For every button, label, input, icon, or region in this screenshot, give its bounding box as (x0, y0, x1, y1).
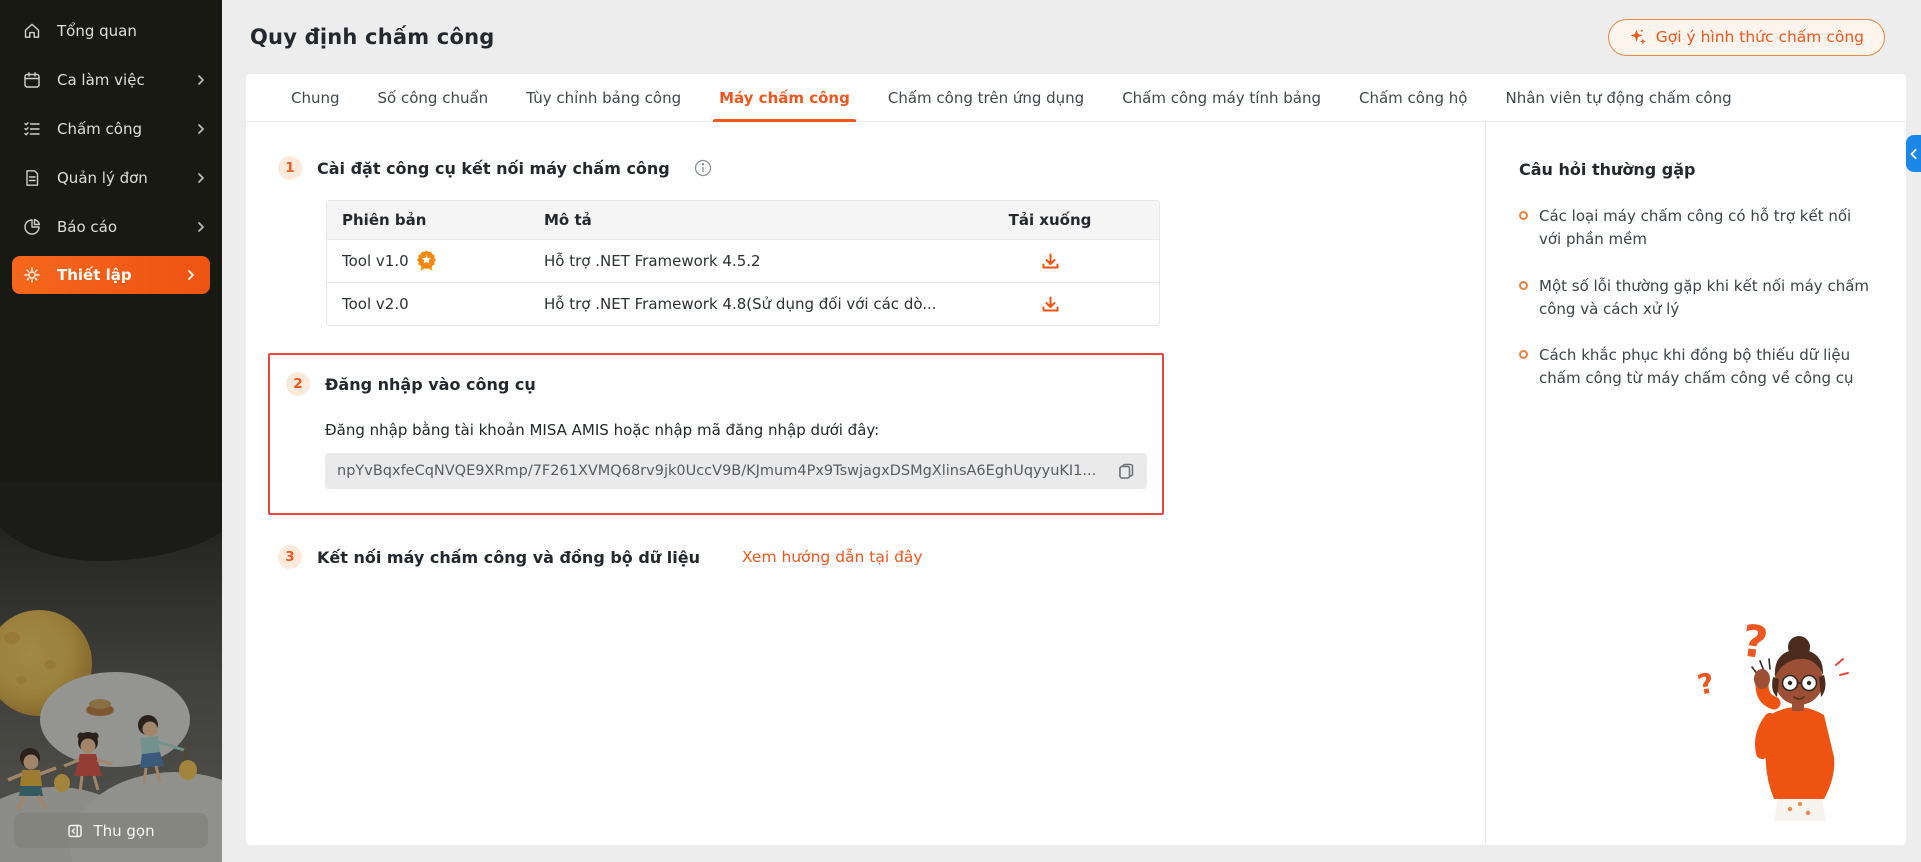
faq-item-text: Cách khắc phục khi đồng bộ thiếu dữ liệu… (1539, 346, 1854, 388)
tab-cham-cong-tren-ung-dung[interactable]: Chấm công trên ứng dụng (869, 74, 1103, 121)
calendar-icon (22, 70, 42, 90)
download-tool-v1-button[interactable] (1039, 250, 1062, 273)
collapse-label: Thu gọn (93, 821, 155, 840)
sidebar-item-ca-lam-viec[interactable]: Ca làm việc (0, 55, 222, 104)
tab-nhan-vien-tu-dong-cham-cong[interactable]: Nhân viên tự động chấm công (1486, 74, 1750, 121)
sidebar-item-cham-cong[interactable]: Chấm công (0, 104, 222, 153)
download-tool-v2-button[interactable] (1039, 293, 1062, 316)
sidebar-item-label: Thiết lập (57, 266, 132, 284)
step-3-title: Kết nối máy chấm công và đồng bộ dữ liệu (317, 547, 700, 567)
tab-may-cham-cong[interactable]: Máy chấm công (700, 74, 869, 122)
view-guide-link[interactable]: Xem hướng dẫn tại đây (742, 548, 923, 566)
login-code-field[interactable]: npYvBqxfeCqNVQE9XRmp/7F261XVMQ68rv9jk0Uc… (325, 453, 1147, 489)
download-icon (1042, 253, 1058, 268)
copy-code-button[interactable] (1117, 462, 1135, 480)
app-window: Tổng quan Ca làm việc Chấm công Quản lý … (0, 0, 1921, 862)
faq-item-missing-data-fix[interactable]: Cách khắc phục khi đồng bộ thiếu dữ liệu… (1519, 344, 1870, 391)
sidebar-item-label: Ca làm việc (57, 70, 145, 89)
faq-item-text: Các loại máy chấm công có hỗ trợ kết nối… (1539, 207, 1852, 249)
checklist-icon (22, 119, 42, 139)
step-number-badge: 2 (286, 372, 310, 396)
sidebar-item-quan-ly-don[interactable]: Quản lý đơn (0, 153, 222, 202)
recommended-badge-icon (416, 250, 436, 271)
step-2-title: Đăng nhập vào công cụ (325, 374, 536, 394)
sidebar-item-label: Tổng quan (57, 21, 137, 40)
table-row: Tool v2.0 Hỗ trợ .NET Framework 4.8(Sử d… (327, 282, 1159, 325)
chevron-right-icon (194, 73, 208, 87)
sidebar-item-label: Quản lý đơn (57, 168, 148, 187)
step-number-badge: 1 (278, 156, 302, 180)
collapse-icon (68, 824, 83, 837)
faq-panel: Câu hỏi thường gặp Các loại máy chấm côn… (1485, 122, 1906, 845)
svg-text:?: ? (1695, 666, 1718, 702)
sidebar-item-tong-quan[interactable]: Tổng quan (0, 6, 222, 55)
machine-attendance-content: 1 Cài đặt công cụ kết nối máy chấm công … (246, 122, 1485, 845)
page-header: Quy định chấm công Gợi ý hình thức chấm … (222, 0, 1921, 74)
chevron-right-icon (194, 171, 208, 185)
collapse-sidebar-button[interactable]: Thu gọn (14, 813, 208, 848)
sidebar-item-label: Báo cáo (57, 217, 118, 236)
step-3: 3 Kết nối máy chấm công và đồng bộ dữ li… (278, 545, 1485, 569)
info-icon[interactable] (693, 158, 713, 178)
sparkles-icon (1630, 29, 1646, 45)
tool-version: Tool v2.0 (342, 295, 409, 313)
faq-item-text: Một số lỗi thường gặp khi kết nối máy ch… (1539, 276, 1869, 318)
col-header-version: Phiên bản (342, 211, 427, 229)
tab-so-cong-chuan[interactable]: Số công chuẩn (359, 74, 508, 121)
main-area: Quy định chấm công Gợi ý hình thức chấm … (222, 0, 1921, 862)
chevron-right-icon (184, 268, 198, 282)
support-woman-illustration: ? ? (1695, 615, 1849, 821)
faq-bullet-icon (1519, 350, 1528, 359)
tool-description: Hỗ trợ .NET Framework 4.8(Sử dụng đối vớ… (544, 295, 937, 313)
faq-bullet-icon (1519, 280, 1528, 290)
tab-chung[interactable]: Chung (272, 74, 359, 121)
faq-title: Câu hỏi thường gặp (1519, 160, 1696, 179)
step-1-title: Cài đặt công cụ kết nối máy chấm công (317, 158, 670, 178)
tool-versions-table: Phiên bản Mô tả Tải xuống Tool v1.0 Hỗ t… (326, 200, 1160, 326)
gear-icon (22, 265, 42, 285)
collapse-panel-tab[interactable] (1906, 135, 1921, 172)
tab-cham-cong-ho[interactable]: Chấm công hộ (1340, 74, 1486, 121)
table-header-row: Phiên bản Mô tả Tải xuống (327, 201, 1159, 239)
home-icon (22, 21, 42, 41)
sidebar-nav: Tổng quan Ca làm việc Chấm công Quản lý … (0, 0, 222, 294)
login-description: Đăng nhập bằng tài khoản MISA AMIS hoặc … (325, 421, 880, 439)
col-header-download: Tải xuống (1008, 211, 1092, 229)
suggest-attendance-method-button[interactable]: Gợi ý hình thức chấm công (1607, 18, 1885, 56)
card-body: 1 Cài đặt công cụ kết nối máy chấm công … (246, 122, 1906, 845)
tool-version: Tool v1.0 (342, 252, 409, 270)
tab-bar: Chung Số công chuẩn Tùy chỉnh bảng công … (246, 74, 1906, 122)
sidebar-item-label: Chấm công (57, 119, 143, 138)
illustration-dim-overlay (0, 482, 222, 862)
col-header-description: Mô tả (544, 211, 592, 229)
svg-text:?: ? (1738, 615, 1770, 669)
sidebar-item-bao-cao[interactable]: Báo cáo (0, 202, 222, 251)
step-1: 1 Cài đặt công cụ kết nối máy chấm công (278, 156, 1485, 180)
faq-item-supported-machines[interactable]: Các loại máy chấm công có hỗ trợ kết nối… (1519, 205, 1870, 252)
faq-bullet-icon (1519, 211, 1528, 220)
chevron-left-icon (1910, 148, 1917, 159)
page-title: Quy định chấm công (250, 25, 495, 49)
table-row: Tool v1.0 Hỗ trợ .NET Framework 4.5.2 (327, 239, 1159, 282)
login-code-value: npYvBqxfeCqNVQE9XRmp/7F261XVMQ68rv9jk0Uc… (337, 463, 1097, 479)
suggest-button-label: Gợi ý hình thức chấm công (1655, 28, 1864, 46)
content-card: Chung Số công chuẩn Tùy chỉnh bảng công … (246, 74, 1921, 845)
pie-chart-icon (22, 217, 42, 237)
sidebar-item-thiet-lap[interactable]: Thiết lập (12, 256, 210, 294)
chevron-right-icon (194, 122, 208, 136)
tab-cham-cong-may-tinh-bang[interactable]: Chấm công máy tính bảng (1103, 74, 1340, 121)
sidebar-illustration (0, 476, 222, 862)
faq-item-common-errors[interactable]: Một số lỗi thường gặp khi kết nối máy ch… (1519, 275, 1870, 322)
tool-description: Hỗ trợ .NET Framework 4.5.2 (544, 252, 761, 270)
chevron-right-icon (194, 220, 208, 234)
step-2: 2 Đăng nhập vào công cụ (286, 372, 1162, 396)
sidebar: Tổng quan Ca làm việc Chấm công Quản lý … (0, 0, 222, 862)
step-2-highlight-box: 2 Đăng nhập vào công cụ Đăng nhập bằng t… (268, 353, 1164, 515)
tab-tuy-chinh-bang-cong[interactable]: Tùy chỉnh bảng công (507, 74, 700, 121)
step-number-badge: 3 (278, 545, 302, 569)
document-icon (22, 168, 42, 188)
copy-icon (1119, 463, 1134, 479)
download-icon (1042, 296, 1058, 311)
